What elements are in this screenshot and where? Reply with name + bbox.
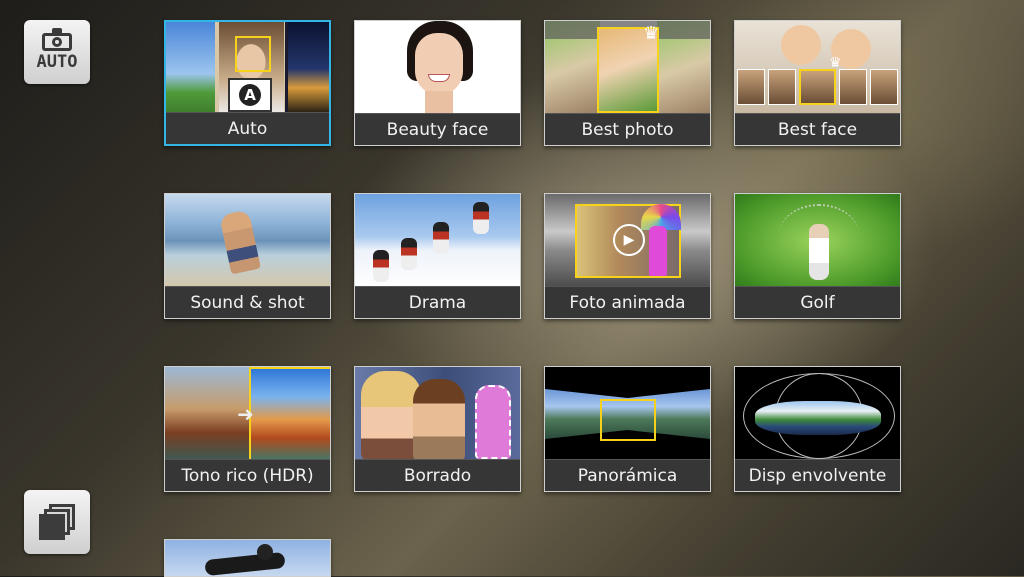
mode-label: Disp envolvente [735,459,900,491]
mode-tile-hdr[interactable]: ➜ Tono rico (HDR) [164,366,331,492]
mode-thumbnail: ➜ [165,367,330,461]
mode-label: Best face [735,113,900,145]
mode-tile-borrado[interactable]: Borrado [354,366,521,492]
mode-label: Beauty face [355,113,520,145]
mode-thumbnail: ♛ [735,21,900,115]
crown-icon: ♛ [643,23,660,44]
mode-label: Auto [166,112,329,144]
auto-a-icon: A [228,78,272,112]
mode-label: Golf [735,286,900,318]
mode-thumbnail [165,194,330,288]
mode-thumbnail [735,194,900,288]
mode-label: Drama [355,286,520,318]
mode-label: Borrado [355,459,520,491]
shooting-mode-grid: A Auto Beauty face ♛ Best photo ♛ Best f… [164,20,901,577]
mode-tile-disp-envolvente[interactable]: Disp envolvente [734,366,901,492]
play-icon: ▶ [613,224,645,256]
mode-tile-foto-animada[interactable]: ▶ Foto animada [544,193,711,319]
mode-thumbnail [355,21,520,115]
mode-tile-golf[interactable]: Golf [734,193,901,319]
gallery-stack-icon [37,502,77,542]
mode-thumbnail [355,194,520,288]
arrow-right-icon: ➜ [237,402,254,426]
mode-label: Sound & shot [165,286,330,318]
mode-tile-auto[interactable]: A Auto [164,20,331,146]
mode-thumbnail [735,367,900,461]
mode-label: Foto animada [545,286,710,318]
mode-tile-sound-and-shot[interactable]: Sound & shot [164,193,331,319]
camera-auto-icon: AUTO [36,28,78,72]
mode-tile-best-photo[interactable]: ♛ Best photo [544,20,711,146]
mode-thumbnail [355,367,520,461]
crown-icon: ♛ [829,55,842,71]
mode-thumbnail [165,540,330,576]
mode-tile-beauty-face[interactable]: Beauty face [354,20,521,146]
mode-tile-drama[interactable]: Drama [354,193,521,319]
mode-thumbnail [545,367,710,461]
mode-tile-partial[interactable] [164,539,331,577]
gallery-button[interactable] [24,490,90,554]
mode-label: Panorámica [545,459,710,491]
mode-thumbnail: ♛ [545,21,710,115]
mode-thumbnail: ▶ [545,194,710,288]
mode-tile-best-face[interactable]: ♛ Best face [734,20,901,146]
auto-mode-button[interactable]: AUTO [24,20,90,84]
auto-mode-label: AUTO [36,52,78,72]
mode-tile-panoramica[interactable]: Panorámica [544,366,711,492]
mode-thumbnail: A [166,22,329,116]
mode-label: Tono rico (HDR) [165,459,330,491]
mode-label: Best photo [545,113,710,145]
